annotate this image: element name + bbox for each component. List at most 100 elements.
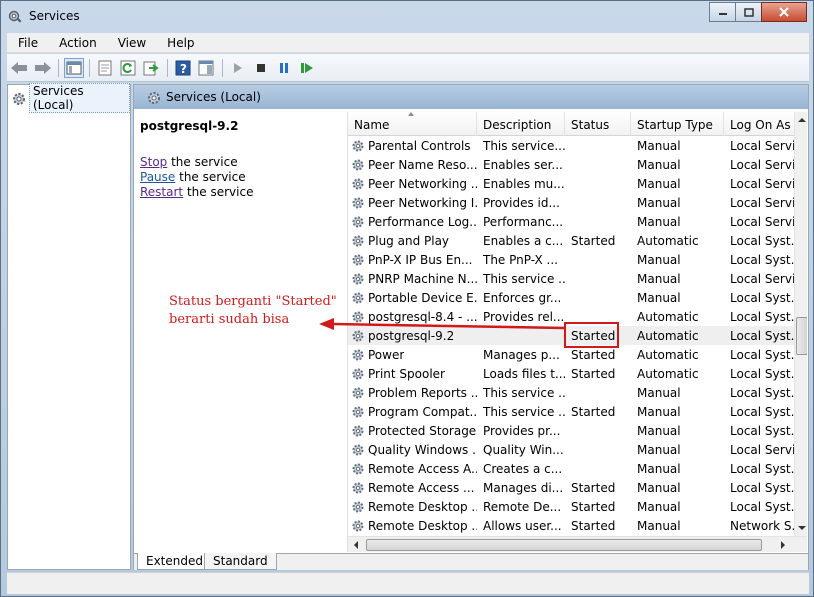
- table-row[interactable]: Portable Device E... Enforces gr... Manual…: [348, 288, 794, 307]
- help-button[interactable]: ?: [173, 58, 193, 78]
- cell-name: Performance Log...: [348, 215, 477, 229]
- table-row[interactable]: Performance Log... Performanc... Manual Loc…: [348, 212, 794, 231]
- table-row[interactable]: PnP-X IP Bus En... The PnP-X ... Manual Loc…: [348, 250, 794, 269]
- cell-name: Remote Desktop ...: [348, 519, 477, 533]
- horizontal-scroll-thumb[interactable]: [366, 539, 762, 551]
- column-header-startup-type[interactable]: Startup Type: [631, 112, 724, 136]
- properties-button[interactable]: [95, 58, 115, 78]
- table-row[interactable]: Remote Desktop ... Allows user... Started M…: [348, 516, 794, 535]
- pause-service-button[interactable]: [274, 58, 294, 78]
- cell-log-on-as: Local Syst...: [730, 404, 794, 419]
- refresh-button[interactable]: [118, 58, 138, 78]
- table-row[interactable]: Parental Controls This service... Manual Lo…: [348, 136, 794, 155]
- cell-name: Remote Access ...: [348, 481, 477, 495]
- table-row[interactable]: Remote Desktop ... Remote De... Started Man…: [348, 497, 794, 516]
- cell-startup-type: Automatic: [637, 233, 699, 248]
- table-row[interactable]: Plug and Play Enables a c... Started Automa…: [348, 231, 794, 250]
- service-gear-icon: [352, 425, 364, 436]
- tab-standard[interactable]: Standard: [204, 553, 277, 570]
- table-row[interactable]: Protected Storage Provides pr... Manual Loc…: [348, 421, 794, 440]
- cell-description: This service...: [483, 138, 565, 153]
- show-hide-console-tree-button[interactable]: [64, 58, 84, 78]
- forward-button[interactable]: [33, 58, 53, 78]
- cell-name: Program Compat...: [348, 405, 477, 419]
- horizontal-scrollbar[interactable]: [348, 536, 807, 552]
- table-row[interactable]: Remote Access A... Creates a c... Manual Lo…: [348, 459, 794, 478]
- service-name: PNRP Machine N...: [368, 271, 477, 286]
- scroll-down-icon: [798, 526, 806, 530]
- service-gear-icon: [352, 140, 364, 151]
- service-gear-icon: [352, 292, 364, 303]
- service-gear-icon: [352, 235, 364, 246]
- cell-log-on-as: Local Syst...: [730, 233, 794, 248]
- table-row[interactable]: Peer Name Reso... Enables ser... Manual Loc…: [348, 155, 794, 174]
- column-header-description[interactable]: Description: [477, 112, 565, 136]
- column-header-name[interactable]: Name: [348, 112, 477, 136]
- maximize-icon: [743, 7, 754, 17]
- cell-startup-type: Manual: [637, 423, 681, 438]
- cell-startup-type: Manual: [637, 499, 681, 514]
- toolbar-separator: [58, 59, 59, 77]
- table-row[interactable]: Quality Windows ... Quality Win... Manual L…: [348, 440, 794, 459]
- service-name: Print Spooler: [368, 366, 445, 381]
- service-name: Peer Name Reso...: [368, 157, 477, 172]
- cell-description: Performanc...: [483, 214, 564, 229]
- service-gear-icon: [352, 463, 364, 474]
- table-row[interactable]: Peer Networking I... Provides id... Manual…: [348, 193, 794, 212]
- table-row[interactable]: Problem Reports ... This service ... Manua…: [348, 383, 794, 402]
- annotation-highlight-box: [564, 322, 619, 348]
- cell-description: Manages p...: [483, 347, 560, 362]
- cell-log-on-as: Local Syst...: [730, 290, 794, 305]
- cell-startup-type: Manual: [637, 385, 681, 400]
- service-gear-icon: [352, 197, 364, 208]
- column-header-status[interactable]: Status: [565, 112, 631, 136]
- close-button[interactable]: [761, 2, 807, 22]
- menu-action[interactable]: Action: [48, 36, 107, 50]
- stop-service-button[interactable]: [251, 58, 271, 78]
- refresh-icon: [120, 60, 136, 76]
- menu-help[interactable]: Help: [156, 36, 204, 50]
- cell-name: PNRP Machine N...: [348, 272, 477, 286]
- minimize-button[interactable]: [709, 2, 736, 22]
- export-list-button[interactable]: [141, 58, 161, 78]
- service-actions: Stop the service Pause the service Resta…: [140, 155, 340, 200]
- service-name: Protected Storage: [368, 423, 477, 438]
- cell-log-on-as: Local Servi...: [730, 442, 794, 457]
- start-service-button[interactable]: [228, 58, 248, 78]
- restart-service-link[interactable]: Restart: [140, 185, 183, 199]
- tab-extended[interactable]: Extended: [137, 553, 212, 570]
- tree-item-services-local[interactable]: Services (Local): [11, 83, 130, 113]
- menu-file[interactable]: File: [7, 36, 48, 50]
- view-tabs: Extended Standard: [134, 553, 808, 570]
- pause-service-link[interactable]: Pause: [140, 170, 175, 184]
- pane-header-title: Services (Local): [166, 90, 261, 104]
- table-row[interactable]: Remote Access ... Manages di... Started Man…: [348, 478, 794, 497]
- back-button[interactable]: [9, 58, 29, 78]
- table-row[interactable]: Peer Networking ... Enables mu... Manual Lo…: [348, 174, 794, 193]
- cell-name: Plug and Play: [348, 234, 477, 248]
- cell-startup-type: Manual: [637, 252, 681, 267]
- show-action-pane-button[interactable]: [196, 58, 216, 78]
- cell-log-on-as: Local Syst...: [730, 347, 794, 362]
- vertical-scrollbar[interactable]: [794, 112, 807, 536]
- stop-service-link[interactable]: Stop: [140, 155, 167, 169]
- column-header-log-on-as[interactable]: Log On As: [724, 112, 794, 136]
- cell-description: The PnP-X ...: [483, 252, 558, 267]
- back-arrow-icon: [11, 62, 27, 74]
- cell-description: Manages di...: [483, 480, 564, 495]
- cell-startup-type: Automatic: [637, 366, 699, 381]
- forward-arrow-icon: [35, 62, 51, 74]
- table-row[interactable]: PNRP Machine N... This service ... Manual L…: [348, 269, 794, 288]
- restart-service-button[interactable]: [297, 58, 317, 78]
- cell-log-on-as: Local Syst...: [730, 385, 794, 400]
- menu-view[interactable]: View: [107, 36, 156, 50]
- maximize-button[interactable]: [735, 2, 762, 22]
- pane-header: Services (Local): [134, 85, 808, 109]
- list-header: Name Description Status Startup Type Log…: [348, 112, 794, 136]
- cell-startup-type: Manual: [637, 271, 681, 286]
- cell-log-on-as: Local Syst...: [730, 309, 794, 324]
- table-row[interactable]: Program Compat... This service ... Started…: [348, 402, 794, 421]
- service-gear-icon: [352, 178, 364, 189]
- vertical-scroll-thumb[interactable]: [796, 317, 807, 355]
- table-row[interactable]: Print Spooler Loads files t... Started Auto…: [348, 364, 794, 383]
